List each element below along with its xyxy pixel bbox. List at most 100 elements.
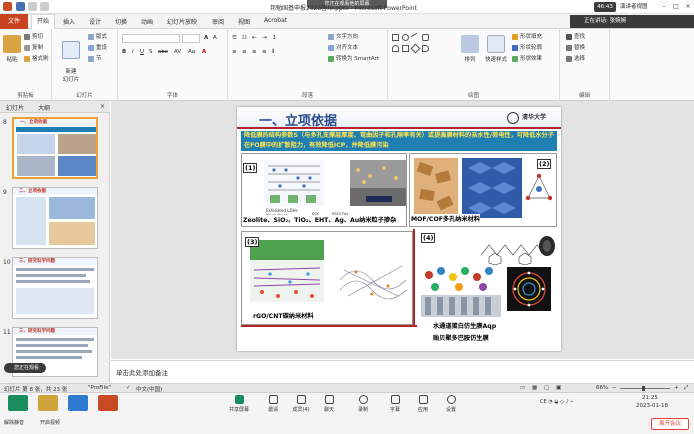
shape-effects-button[interactable]: 形状效果: [512, 55, 542, 64]
tab-review[interactable]: 审阅: [212, 17, 224, 26]
spellcheck-icon[interactable]: ✓: [126, 385, 131, 391]
strikethrough-icon[interactable]: abc: [158, 48, 168, 57]
notes-placeholder[interactable]: 单击此处添加备注: [116, 367, 168, 377]
smartart-button[interactable]: 转换为 SmartArt: [328, 55, 379, 64]
text-direction-button[interactable]: 文字方向: [328, 33, 358, 42]
tab-view[interactable]: 视图: [238, 17, 250, 26]
bold-icon[interactable]: B: [122, 48, 126, 57]
meeting-app-icon[interactable]: [68, 395, 88, 411]
new-slide-button[interactable]: 新建 幻灯片: [56, 35, 86, 83]
current-slide[interactable]: 一、立项依据 清华大学 降低膜的结构参数S（与多孔支撑层厚度、弯曲因子和孔隙率有…: [237, 107, 561, 351]
panel-caption[interactable]: rGO/CNT碳纳米材料: [253, 311, 314, 320]
tab-design[interactable]: 设计: [89, 17, 101, 26]
increase-indent-icon[interactable]: ⇥: [262, 34, 267, 43]
tab-slides[interactable]: 幻灯片: [6, 103, 24, 112]
rounded-rect-shape-icon[interactable]: [422, 34, 429, 41]
tab-animations[interactable]: 动画: [141, 17, 153, 26]
shape-outline-button[interactable]: 形状轮廓: [512, 44, 542, 53]
microphone-icon[interactable]: [8, 395, 28, 411]
redo-icon[interactable]: [40, 2, 49, 11]
arc-shape-icon[interactable]: [392, 45, 399, 52]
zoom-level[interactable]: 66%: [596, 385, 608, 391]
font-color-icon[interactable]: A: [202, 48, 206, 57]
undo-icon[interactable]: [28, 2, 37, 11]
oval-shape-icon[interactable]: [402, 34, 409, 41]
line-spacing-icon[interactable]: ↕: [272, 34, 277, 43]
italic-icon[interactable]: I: [132, 48, 134, 57]
decrease-indent-icon[interactable]: ⇤: [252, 34, 257, 43]
zoom-out-icon[interactable]: −: [612, 385, 617, 391]
maximize-icon[interactable]: □: [672, 3, 680, 11]
align-right-icon[interactable]: ≡: [252, 48, 257, 57]
font-name-select[interactable]: [122, 34, 180, 43]
quick-styles-button[interactable]: 快速样式: [482, 35, 510, 63]
reading-view-icon[interactable]: ▢: [544, 385, 549, 391]
zoom-slider[interactable]: [620, 388, 670, 389]
char-spacing-icon[interactable]: AV: [174, 48, 181, 57]
settings-button[interactable]: 设置: [440, 395, 462, 413]
line-shape-icon[interactable]: [410, 32, 421, 43]
tab-transitions[interactable]: 切换: [115, 17, 127, 26]
share-screen-button[interactable]: 共享屏幕: [228, 395, 250, 413]
apps-button[interactable]: 应用: [412, 395, 434, 413]
shrink-font-icon[interactable]: A: [213, 34, 217, 43]
panel-caption[interactable]: MOF/COF多孔纳米材料: [411, 214, 481, 223]
slide-thumbnail-9[interactable]: 二、立项依据: [12, 187, 98, 249]
close-pane-icon[interactable]: ×: [100, 103, 105, 110]
layout-button[interactable]: 版式: [88, 33, 107, 42]
arrange-button[interactable]: 排列: [458, 35, 482, 63]
textbox-shape-icon[interactable]: [402, 45, 409, 52]
tray-icons[interactable]: CE ◔ ◒ ◇ ♪ ⌁: [540, 399, 573, 405]
chat-button[interactable]: 聊天: [318, 395, 340, 413]
find-button[interactable]: 查找: [566, 33, 585, 42]
notes-pane[interactable]: 单击此处添加备注: [111, 360, 694, 383]
section-button[interactable]: 节: [88, 55, 102, 64]
copy-button[interactable]: 复制: [24, 44, 43, 53]
video-icon[interactable]: [38, 395, 58, 411]
tab-home[interactable]: 开始: [31, 14, 56, 30]
zoom-in-icon[interactable]: +: [674, 385, 679, 391]
grow-font-icon[interactable]: A: [204, 34, 208, 43]
underline-icon[interactable]: U: [140, 48, 144, 57]
align-center-icon[interactable]: ≡: [242, 48, 247, 57]
slideshow-view-icon[interactable]: ▣: [556, 385, 561, 391]
panel-caption[interactable]: Zeolite、SiO₂、TiO₂、EHT、Ag、Au纳米粒子掺杂: [243, 215, 397, 224]
paste-button[interactable]: 粘贴: [2, 35, 22, 63]
change-case-icon[interactable]: Aa: [188, 48, 195, 57]
slide-description[interactable]: 降低膜的结构参数S（与多孔支撑层厚度、弯曲因子和孔隙率有关）或提高膜材料的亲水性…: [241, 131, 557, 151]
bullets-icon[interactable]: ☰: [232, 34, 237, 43]
justify-icon[interactable]: ≡: [262, 48, 267, 57]
close-icon[interactable]: ×: [684, 3, 692, 11]
panel-caption[interactable]: 水通道蛋白仿生膜Aqp 贻贝聚多巴胺仿生膜: [433, 321, 497, 345]
align-left-icon[interactable]: ≡: [232, 48, 237, 57]
presenter-view-button[interactable]: 演讲者视图: [620, 2, 648, 12]
slide-thumbnail-8[interactable]: 一、立项依据: [12, 117, 98, 179]
minimize-icon[interactable]: –: [660, 3, 668, 11]
font-size-select[interactable]: [182, 34, 200, 43]
leave-meeting-button[interactable]: 离开会议: [651, 418, 689, 430]
shadow-icon[interactable]: S: [149, 48, 153, 57]
zoom-slider-thumb[interactable]: [642, 386, 645, 391]
powerpoint-taskbar-icon[interactable]: [98, 395, 118, 411]
columns-icon[interactable]: ⫴: [272, 48, 274, 57]
select-button[interactable]: 选择: [566, 55, 585, 64]
cut-button[interactable]: 剪切: [24, 33, 43, 42]
align-text-button[interactable]: 对齐文本: [328, 44, 358, 53]
tab-outline[interactable]: 大纲: [38, 103, 50, 112]
tab-insert[interactable]: 插入: [63, 17, 75, 26]
tab-file[interactable]: 文件: [0, 14, 28, 29]
callout-shape-icon[interactable]: [422, 45, 429, 52]
normal-view-icon[interactable]: ▭: [520, 385, 525, 391]
fit-slide-icon[interactable]: ⤢: [684, 385, 688, 392]
save-icon[interactable]: [16, 2, 25, 11]
format-painter-button[interactable]: 格式刷: [24, 55, 49, 64]
rectangle-shape-icon[interactable]: [392, 34, 399, 41]
numbering-icon[interactable]: ☷: [242, 34, 247, 43]
tab-acrobat[interactable]: Acrobat: [264, 17, 287, 24]
record-button[interactable]: 录制: [352, 395, 374, 413]
diamond-shape-icon[interactable]: [410, 43, 421, 54]
sorter-view-icon[interactable]: ▦: [532, 385, 537, 391]
invite-button[interactable]: 邀请: [262, 395, 284, 413]
shape-fill-button[interactable]: 形状填充: [512, 33, 542, 42]
slide-thumbnail-10[interactable]: 三、研究科学问题: [12, 257, 98, 319]
